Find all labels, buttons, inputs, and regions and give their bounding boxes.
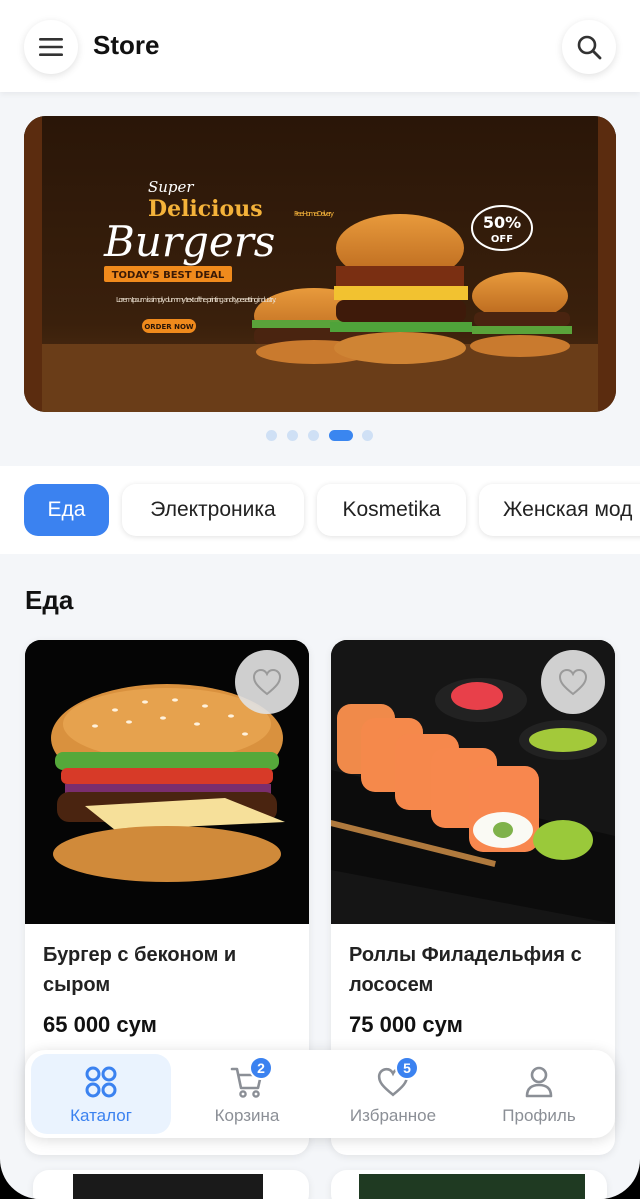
- product-image: [331, 640, 615, 924]
- carousel-dot-active[interactable]: [329, 430, 353, 441]
- nav-label-cart: Корзина: [214, 1106, 280, 1125]
- app-title: Store: [93, 30, 160, 60]
- product-name: Бургер с беконом и сыром: [43, 944, 237, 996]
- carousel-dots: [0, 430, 640, 442]
- product-image: [73, 1174, 263, 1199]
- category-chip-electronics[interactable]: Электроника: [122, 484, 304, 536]
- catalog-grid-icon: [81, 1064, 121, 1100]
- category-chips: Еда Электроника Kosmetika Женская мод: [0, 466, 640, 554]
- cart-badge: 2: [249, 1056, 273, 1080]
- product-name: Роллы Филадельфия с лососем: [349, 944, 582, 996]
- heart-outline-icon: [252, 668, 282, 696]
- favorite-button[interactable]: [541, 650, 605, 714]
- section-title: Еда: [25, 585, 74, 615]
- favorite-button[interactable]: [235, 650, 299, 714]
- nav-label-profile: Профиль: [502, 1106, 576, 1125]
- nav-item-cart[interactable]: 2 Корзина: [177, 1054, 317, 1134]
- banner-delivery-text: Free Home Delivery: [294, 210, 334, 218]
- screen: Store 50% OFF Super Delicious Burgers TO…: [0, 0, 640, 1199]
- discount-sub-text: OFF: [491, 234, 513, 245]
- cart-icon: 2: [227, 1056, 273, 1100]
- favorites-badge: 5: [395, 1056, 419, 1080]
- carousel-dot[interactable]: [266, 430, 277, 441]
- search-icon: [577, 35, 602, 60]
- category-chip-cosmetics[interactable]: Kosmetika: [317, 484, 466, 536]
- category-chip-womens-fashion[interactable]: Женская мод: [479, 484, 640, 536]
- banner-super-text: Super: [148, 178, 194, 196]
- product-price: 65 000 сум: [43, 1012, 157, 1037]
- carousel-dot[interactable]: [287, 430, 298, 441]
- burger-promo-image: 50% OFF Super Delicious Burgers TODAY'S …: [24, 116, 616, 412]
- carousel-dot[interactable]: [362, 430, 373, 441]
- nav-label-favorites: Избранное: [349, 1106, 437, 1125]
- product-price: 75 000 сум: [349, 1012, 463, 1037]
- category-chip-food[interactable]: Еда: [24, 484, 109, 536]
- nav-item-profile[interactable]: Профиль: [469, 1054, 609, 1134]
- carousel-dot[interactable]: [308, 430, 319, 441]
- heart-icon: 5: [373, 1056, 419, 1100]
- banner-ribbon-text: TODAY'S BEST DEAL: [112, 270, 225, 281]
- search-button[interactable]: [562, 20, 616, 74]
- app-header: Store: [0, 0, 640, 92]
- banner-section: 50% OFF Super Delicious Burgers TODAY'S …: [0, 92, 640, 464]
- profile-icon: [519, 1064, 559, 1100]
- discount-text: 50%: [483, 213, 521, 232]
- product-image: [359, 1174, 585, 1199]
- nav-label-catalog: Каталог: [70, 1106, 132, 1125]
- bottom-navigation: Каталог 2 Корзина 5 Избранное Профиль: [25, 1050, 615, 1138]
- product-card-partial[interactable]: [331, 1170, 607, 1199]
- nav-item-favorites[interactable]: 5 Избранное: [323, 1054, 463, 1134]
- menu-button[interactable]: [24, 20, 78, 74]
- promo-banner[interactable]: 50% OFF Super Delicious Burgers TODAY'S …: [24, 116, 616, 412]
- nav-item-catalog[interactable]: Каталог: [31, 1054, 171, 1134]
- banner-cta-text: ORDER NOW: [144, 323, 194, 331]
- banner-body-text: Lorem Ipsum is simply dummy text of the …: [116, 296, 276, 304]
- heart-outline-icon: [558, 668, 588, 696]
- product-card-partial[interactable]: [33, 1170, 309, 1199]
- product-image: [25, 640, 309, 924]
- banner-headline-2: Burgers: [103, 217, 275, 266]
- hamburger-icon: [39, 38, 63, 56]
